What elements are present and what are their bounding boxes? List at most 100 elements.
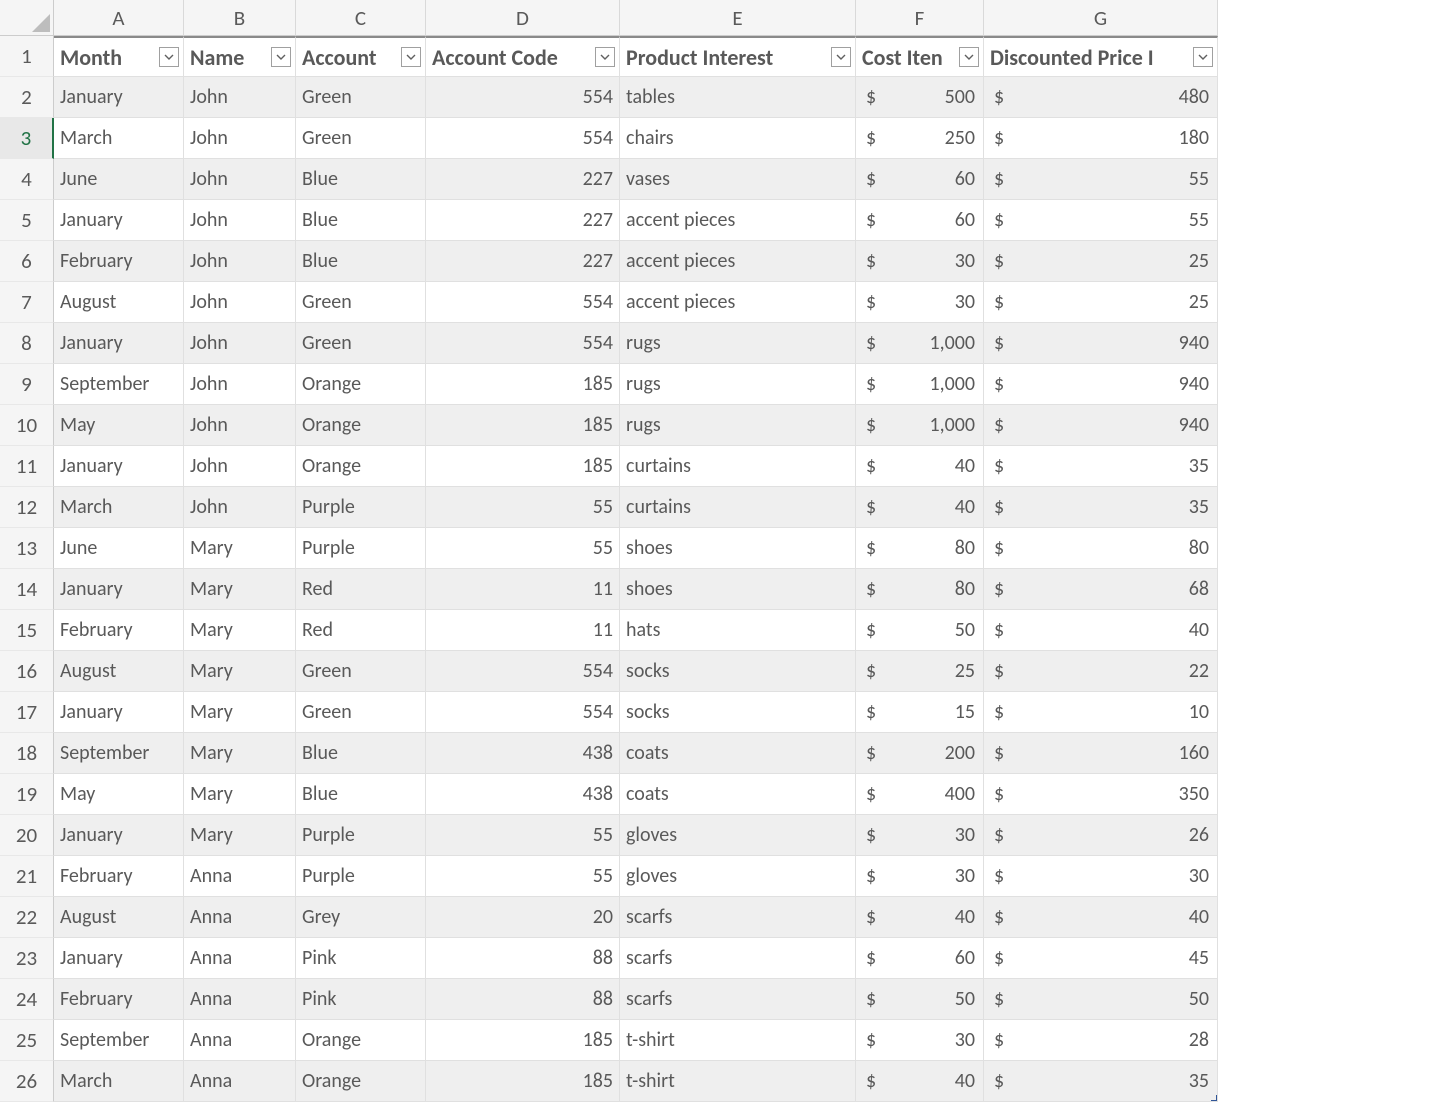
cell-month[interactable]: August bbox=[54, 282, 184, 323]
cell-name[interactable]: Anna bbox=[184, 1061, 296, 1102]
cell-account-code[interactable]: 55 bbox=[426, 487, 620, 528]
filter-dropdown-button[interactable] bbox=[1193, 47, 1213, 67]
cell-month[interactable]: February bbox=[54, 856, 184, 897]
cell-account-code[interactable]: 185 bbox=[426, 405, 620, 446]
cell-discounted[interactable]: $480 bbox=[984, 77, 1218, 118]
cell-account[interactable]: Orange bbox=[296, 1061, 426, 1102]
cell-account[interactable]: Orange bbox=[296, 364, 426, 405]
column-header-B[interactable]: B bbox=[184, 0, 296, 36]
cell-product[interactable]: hats bbox=[620, 610, 856, 651]
cell-product[interactable]: rugs bbox=[620, 405, 856, 446]
cell-name[interactable]: John bbox=[184, 364, 296, 405]
cell-account[interactable]: Orange bbox=[296, 405, 426, 446]
cell-cost[interactable]: $1,000 bbox=[856, 405, 984, 446]
cell-account[interactable]: Green bbox=[296, 323, 426, 364]
cell-discounted[interactable]: $35 bbox=[984, 487, 1218, 528]
cell-product[interactable]: accent pieces bbox=[620, 200, 856, 241]
select-all-corner[interactable] bbox=[0, 0, 54, 36]
cell-month[interactable]: May bbox=[54, 774, 184, 815]
cell-account-code[interactable]: 11 bbox=[426, 610, 620, 651]
cell-cost[interactable]: $400 bbox=[856, 774, 984, 815]
row-header[interactable]: 12 bbox=[0, 487, 54, 528]
cell-month[interactable]: March bbox=[54, 118, 184, 159]
cell-account-code[interactable]: 185 bbox=[426, 1020, 620, 1061]
cell-name[interactable]: John bbox=[184, 405, 296, 446]
cell-account-code[interactable]: 227 bbox=[426, 159, 620, 200]
cell-month[interactable]: February bbox=[54, 979, 184, 1020]
cell-account[interactable]: Orange bbox=[296, 446, 426, 487]
cell-month[interactable]: January bbox=[54, 815, 184, 856]
cell-name[interactable]: John bbox=[184, 323, 296, 364]
cell-product[interactable]: coats bbox=[620, 774, 856, 815]
cell-cost[interactable]: $40 bbox=[856, 487, 984, 528]
cell-account[interactable]: Green bbox=[296, 282, 426, 323]
spreadsheet-grid[interactable]: ABCDEFG1MonthNameAccountAccount CodeProd… bbox=[0, 0, 1442, 1102]
cell-cost[interactable]: $60 bbox=[856, 159, 984, 200]
cell-name[interactable]: John bbox=[184, 487, 296, 528]
cell-cost[interactable]: $40 bbox=[856, 1061, 984, 1102]
row-header[interactable]: 17 bbox=[0, 692, 54, 733]
cell-account[interactable]: Red bbox=[296, 569, 426, 610]
cell-name[interactable]: Mary bbox=[184, 528, 296, 569]
cell-discounted[interactable]: $40 bbox=[984, 610, 1218, 651]
row-header[interactable]: 21 bbox=[0, 856, 54, 897]
cell-product[interactable]: scarfs bbox=[620, 979, 856, 1020]
row-header[interactable]: 20 bbox=[0, 815, 54, 856]
cell-account-code[interactable]: 554 bbox=[426, 77, 620, 118]
cell-discounted[interactable]: $25 bbox=[984, 241, 1218, 282]
cell-discounted[interactable]: $160 bbox=[984, 733, 1218, 774]
column-header-G[interactable]: G bbox=[984, 0, 1218, 36]
cell-cost[interactable]: $40 bbox=[856, 446, 984, 487]
row-header[interactable]: 25 bbox=[0, 1020, 54, 1061]
row-header[interactable]: 13 bbox=[0, 528, 54, 569]
cell-cost[interactable]: $1,000 bbox=[856, 323, 984, 364]
cell-product[interactable]: socks bbox=[620, 692, 856, 733]
cell-account[interactable]: Blue bbox=[296, 241, 426, 282]
cell-name[interactable]: Anna bbox=[184, 856, 296, 897]
cell-cost[interactable]: $80 bbox=[856, 569, 984, 610]
cell-cost[interactable]: $50 bbox=[856, 610, 984, 651]
cell-discounted[interactable]: $350 bbox=[984, 774, 1218, 815]
cell-cost[interactable]: $60 bbox=[856, 938, 984, 979]
cell-discounted[interactable]: $68 bbox=[984, 569, 1218, 610]
table-header-cell[interactable]: Month bbox=[54, 36, 184, 77]
cell-product[interactable]: rugs bbox=[620, 323, 856, 364]
row-header[interactable]: 18 bbox=[0, 733, 54, 774]
row-header[interactable]: 2 bbox=[0, 77, 54, 118]
filter-dropdown-button[interactable] bbox=[271, 47, 291, 67]
row-header[interactable]: 7 bbox=[0, 282, 54, 323]
cell-month[interactable]: September bbox=[54, 1020, 184, 1061]
cell-cost[interactable]: $50 bbox=[856, 979, 984, 1020]
cell-name[interactable]: Mary bbox=[184, 651, 296, 692]
column-header-F[interactable]: F bbox=[856, 0, 984, 36]
cell-product[interactable]: accent pieces bbox=[620, 282, 856, 323]
cell-account[interactable]: Purple bbox=[296, 487, 426, 528]
cell-cost[interactable]: $30 bbox=[856, 241, 984, 282]
cell-discounted[interactable]: $35 bbox=[984, 446, 1218, 487]
cell-account-code[interactable]: 55 bbox=[426, 815, 620, 856]
cell-account[interactable]: Pink bbox=[296, 938, 426, 979]
cell-account-code[interactable]: 554 bbox=[426, 118, 620, 159]
cell-discounted[interactable]: $940 bbox=[984, 364, 1218, 405]
cell-month[interactable]: August bbox=[54, 651, 184, 692]
cell-product[interactable]: vases bbox=[620, 159, 856, 200]
cell-account[interactable]: Orange bbox=[296, 1020, 426, 1061]
cell-discounted[interactable]: $940 bbox=[984, 405, 1218, 446]
cell-account-code[interactable]: 88 bbox=[426, 938, 620, 979]
cell-account-code[interactable]: 185 bbox=[426, 1061, 620, 1102]
cell-account[interactable]: Green bbox=[296, 77, 426, 118]
cell-name[interactable]: John bbox=[184, 446, 296, 487]
cell-name[interactable]: Anna bbox=[184, 1020, 296, 1061]
cell-discounted[interactable]: $25 bbox=[984, 282, 1218, 323]
filter-dropdown-button[interactable] bbox=[595, 47, 615, 67]
cell-product[interactable]: coats bbox=[620, 733, 856, 774]
cell-month[interactable]: January bbox=[54, 692, 184, 733]
cell-name[interactable]: Mary bbox=[184, 815, 296, 856]
table-header-cell[interactable]: Account bbox=[296, 36, 426, 77]
cell-month[interactable]: June bbox=[54, 528, 184, 569]
cell-name[interactable]: Anna bbox=[184, 979, 296, 1020]
cell-month[interactable]: March bbox=[54, 487, 184, 528]
cell-name[interactable]: Mary bbox=[184, 774, 296, 815]
cell-month[interactable]: January bbox=[54, 323, 184, 364]
cell-cost[interactable]: $15 bbox=[856, 692, 984, 733]
